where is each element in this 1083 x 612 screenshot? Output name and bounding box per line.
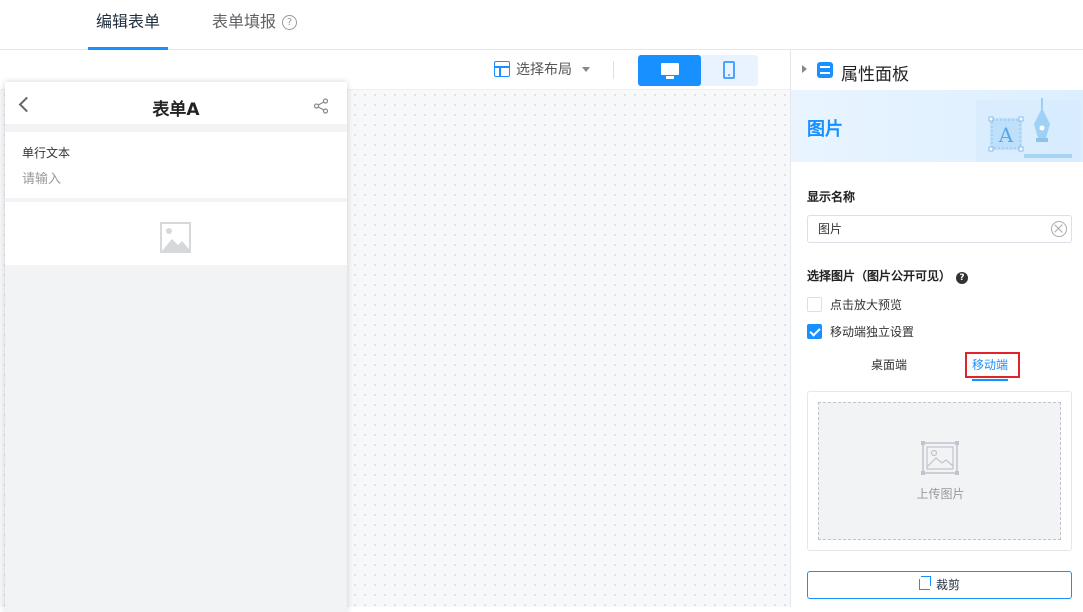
layout-icon [494,61,510,77]
help-icon[interactable]: ? [282,15,298,30]
tab-desktop[interactable]: 桌面端 [871,356,907,373]
layout-select-label: 选择布局 [516,62,572,78]
text-pen-illustration-icon: A [976,98,1081,162]
mobile-preview: 表单A 单行文本 请输入 [5,82,347,612]
display-name-input[interactable]: 图片 [807,215,1072,243]
display-name-label: 显示名称 [807,190,856,204]
text-field-component[interactable]: 单行文本 请输入 [5,132,347,198]
checkbox-mobile-separate[interactable]: 移动端独立设置 [807,324,914,340]
tab-edit-form-label: 编辑表单 [96,12,161,31]
desktop-view-button[interactable] [638,55,701,86]
panel-title: 属性面板 [841,65,909,85]
display-name-value: 图片 [818,222,843,236]
mobile-view-button[interactable] [701,55,758,86]
properties-icon [817,62,833,78]
checkbox-zoom-preview-box[interactable] [807,297,822,312]
checkbox-mobile-separate-box[interactable] [807,324,822,339]
crop-icon [918,576,931,590]
clear-icon[interactable] [1051,221,1067,237]
panel-header[interactable]: 属性面板 [791,50,1083,90]
component-title: 图片 [807,119,843,140]
checkbox-zoom-preview-label: 点击放大预览 [830,298,903,312]
checkbox-mobile-separate-label: 移动端独立设置 [830,325,915,339]
field-placeholder[interactable]: 请输入 [22,168,61,187]
upload-dropzone[interactable]: 上传图片 [818,402,1061,540]
caret-right-icon[interactable] [802,65,807,73]
mobile-phone-icon [723,61,735,79]
select-image-label: 选择图片（图片公开可见）? [807,267,969,284]
tab-edit-form[interactable]: 编辑表单 [87,0,169,50]
tab-fill-form-label: 表单填报 [212,12,277,31]
field-label: 单行文本 [22,146,71,160]
checkbox-zoom-preview[interactable]: 点击放大预览 [807,297,902,313]
image-component[interactable] [5,202,347,265]
image-upload-area: 上传图片 [807,391,1072,551]
layout-select[interactable]: 选择布局 [494,60,590,80]
top-tab-bar: 编辑表单 表单填报? [0,0,1083,50]
question-icon[interactable]: ? [956,272,969,284]
image-upload-icon [921,441,959,475]
highlight-box [965,352,1020,378]
properties-panel: 属性面板 图片 A 显示名称 图片 选择图片（图片公开可见）? 点击放大预览 移… [790,50,1083,607]
crop-button[interactable]: 裁剪 [807,571,1072,599]
select-image-label-text: 选择图片（图片公开可见） [807,269,952,283]
share-icon[interactable] [313,98,329,114]
device-switch [638,55,758,86]
monitor-icon [661,63,679,79]
svg-text:A: A [998,123,1014,147]
tab-fill-form[interactable]: 表单填报? [212,0,298,50]
preview-title: 表单A [152,100,200,120]
image-placeholder-icon [160,222,191,253]
preview-header: 表单A [5,82,347,128]
component-banner: 图片 A [791,90,1083,162]
crop-button-label: 裁剪 [935,578,960,592]
chevron-down-icon [582,67,590,72]
toolbar-divider [613,61,614,79]
upload-label: 上传图片 [916,487,965,501]
